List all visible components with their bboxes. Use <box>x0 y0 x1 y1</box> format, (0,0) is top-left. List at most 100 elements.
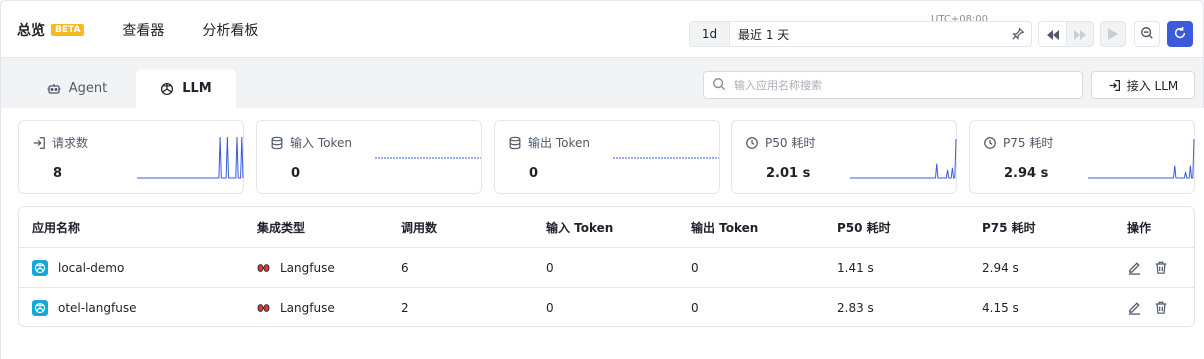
tab-dashboard[interactable]: 分析看板 <box>202 1 258 59</box>
col-actions: 操作 <box>1127 220 1152 235</box>
step-back-button[interactable] <box>1039 22 1066 46</box>
apps-table: 应用名称 集成类型 调用数 输入 Token 输出 Token P50 耗时 P… <box>18 206 1195 327</box>
card-label: 请求数 <box>32 134 88 151</box>
time-range-picker[interactable]: 1d 最近 1 天 <box>689 21 1032 47</box>
app-name: otel-langfuse <box>58 300 137 315</box>
table-row[interactable]: otel-langfuse Langfuse 2 0 0 2.83 s 4.15… <box>19 287 1194 326</box>
play-icon <box>1108 25 1118 44</box>
card-label-text: P75 耗时 <box>1003 136 1054 150</box>
refresh-icon <box>1173 25 1187 44</box>
card-label: 输入 Token <box>270 134 352 151</box>
card-label: 输出 Token <box>508 134 590 151</box>
search-icon <box>712 76 726 95</box>
login-icon <box>32 136 46 150</box>
delete-icon[interactable] <box>1154 300 1168 315</box>
card-label: P75 耗时 <box>983 134 1053 151</box>
integration-cell: Langfuse <box>257 248 335 287</box>
table-header: 应用名称 集成类型 调用数 输入 Token 输出 Token P50 耗时 P… <box>19 207 1194 247</box>
sparkline-series <box>1088 139 1195 179</box>
output-token-cell: 0 <box>691 260 699 275</box>
card-label-text: 输入 Token <box>290 136 352 150</box>
app-name: local-demo <box>58 260 125 275</box>
play-button[interactable] <box>1100 21 1126 47</box>
integration-name: Langfuse <box>280 300 335 315</box>
card-value: 2.01 s <box>766 166 811 181</box>
refresh-button[interactable] <box>1167 21 1193 47</box>
step-forward-button[interactable] <box>1066 22 1093 46</box>
database-icon <box>508 136 522 150</box>
openai-icon <box>160 82 174 96</box>
subtab-agent[interactable]: Agent <box>18 69 136 108</box>
app-icon <box>32 299 48 316</box>
card-value: 8 <box>53 166 63 181</box>
sparkline <box>137 136 244 179</box>
robot-icon <box>47 83 61 95</box>
edit-icon[interactable] <box>1127 300 1142 315</box>
table-row[interactable]: local-demo Langfuse 6 0 0 1.41 s 2.94 s <box>19 247 1194 287</box>
delete-icon[interactable] <box>1154 260 1168 275</box>
app-name-cell[interactable]: local-demo <box>32 248 124 287</box>
card-label: P50 耗时 <box>745 134 815 151</box>
subtab-agent-label: Agent <box>68 81 108 96</box>
tab-viewer[interactable]: 查看器 <box>122 1 164 59</box>
access-llm-button[interactable]: 接入 LLM <box>1091 71 1195 99</box>
top-bar: 总览 BETA 查看器 分析看板 UTC+08:00 1d 最近 1 天 <box>0 0 1204 60</box>
p75-cell: 4.15 s <box>982 300 1019 315</box>
card-label-text: 请求数 <box>52 136 89 150</box>
clock-icon <box>745 136 759 150</box>
sparkline <box>375 157 481 159</box>
calls-cell: 6 <box>401 260 409 275</box>
step-buttons <box>1038 21 1094 47</box>
edit-icon[interactable] <box>1127 260 1142 275</box>
access-llm-label: 接入 LLM <box>1126 78 1179 93</box>
col-output-token: 输出 Token <box>691 220 759 235</box>
sparkline <box>850 139 957 179</box>
col-calls: 调用数 <box>401 220 438 235</box>
p50-cell: 2.83 s <box>837 300 874 315</box>
app-name-cell[interactable]: otel-langfuse <box>32 288 137 326</box>
main-nav: 总览 BETA 查看器 分析看板 <box>17 1 296 60</box>
rewind-icon <box>1046 25 1059 44</box>
content-area: 请求数 8 输入 Token 0 输出 Token 0 P50 耗时 2.01 … <box>0 108 1204 359</box>
tab-overview[interactable]: 总览 BETA <box>17 1 85 60</box>
calls-cell: 2 <box>401 300 409 315</box>
sparkline <box>613 157 719 159</box>
app-search <box>703 71 1083 99</box>
input-token-cell: 0 <box>546 260 554 275</box>
sparkline <box>1088 139 1195 179</box>
login-icon <box>1108 79 1121 92</box>
card-label-text: 输出 Token <box>528 136 590 150</box>
col-p50: P50 耗时 <box>837 220 891 235</box>
col-integration: 集成类型 <box>257 220 306 235</box>
beta-badge: BETA <box>51 24 85 36</box>
sparkline-series <box>137 136 244 179</box>
p75-cell: 2.94 s <box>982 260 1019 275</box>
card-value: 2.94 s <box>1004 166 1049 181</box>
col-p75: P75 耗时 <box>982 220 1036 235</box>
actions-cell <box>1127 248 1180 287</box>
fast-forward-icon <box>1074 25 1086 44</box>
card-value: 0 <box>291 166 301 181</box>
sub-tabs-row: Agent LLM 接入 LLM <box>0 58 1204 108</box>
app-icon <box>32 259 48 276</box>
metric-card-output-token: 输出 Token 0 <box>494 120 720 194</box>
range-label[interactable]: 最近 1 天 <box>738 26 1005 43</box>
integration-name: Langfuse <box>280 260 335 275</box>
col-input-token: 输入 Token <box>546 220 614 235</box>
sparkline-series <box>850 139 957 179</box>
tab-viewer-label: 查看器 <box>122 23 165 39</box>
tab-overview-label: 总览 <box>17 23 45 39</box>
subtab-llm-label: LLM <box>182 81 212 96</box>
zoom-out-button[interactable] <box>1134 21 1160 47</box>
subtab-llm[interactable]: LLM <box>136 69 236 108</box>
range-short[interactable]: 1d <box>690 22 730 46</box>
database-icon <box>270 136 284 150</box>
langfuse-icon <box>257 303 270 313</box>
app-root: 总览 BETA 查看器 分析看板 UTC+08:00 1d 最近 1 天 Age… <box>0 0 1204 359</box>
search-input[interactable] <box>734 78 1054 92</box>
tab-dashboard-label: 分析看板 <box>202 23 259 39</box>
input-token-cell: 0 <box>546 300 554 315</box>
pin-icon[interactable] <box>1005 27 1031 41</box>
col-app-name: 应用名称 <box>32 220 81 235</box>
metric-card-requests: 请求数 8 <box>18 120 244 194</box>
